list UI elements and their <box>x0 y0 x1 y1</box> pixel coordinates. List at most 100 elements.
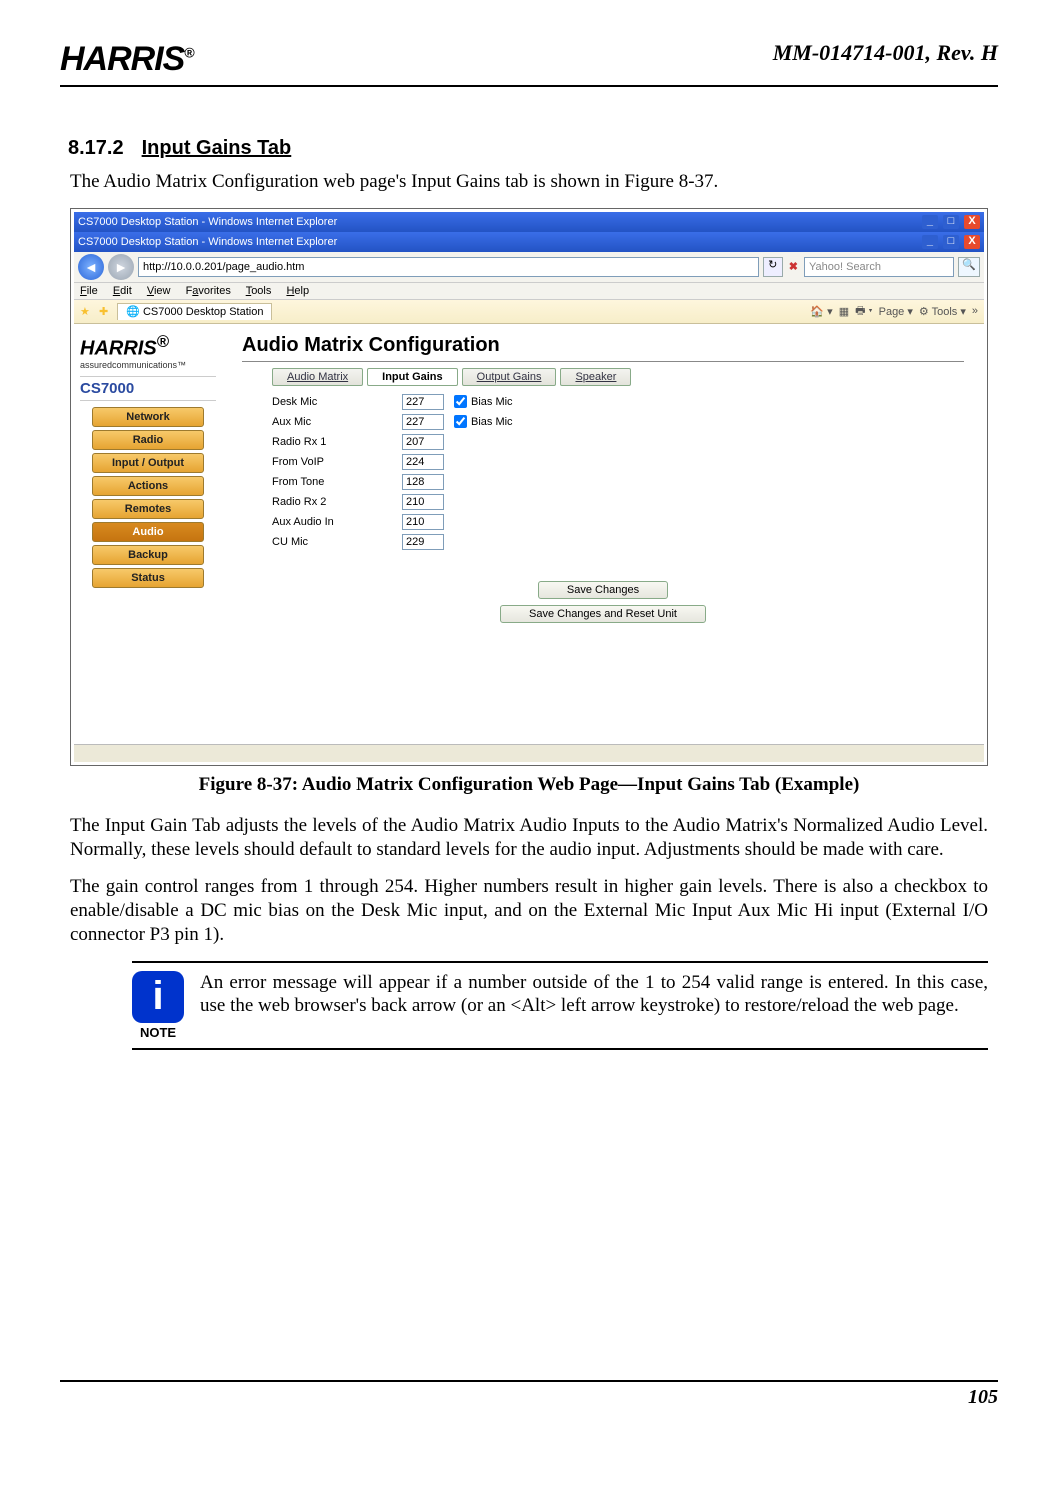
nav-audio[interactable]: Audio <box>92 522 204 542</box>
minimize-button[interactable]: _ <box>922 235 938 249</box>
browser-tab[interactable]: 🌐 CS7000 Desktop Station <box>117 303 272 320</box>
screenshot: CS7000 Desktop Station - Windows Interne… <box>74 212 984 762</box>
nav-status[interactable]: Status <box>92 568 204 588</box>
note-block: i NOTE An error message will appear if a… <box>132 961 988 1050</box>
search-go-button[interactable]: 🔍 <box>958 257 980 277</box>
label-from-tone: From Tone <box>272 476 402 488</box>
page-footer: 105 <box>60 1380 998 1409</box>
input-from-tone[interactable] <box>402 474 444 490</box>
save-changes-button[interactable]: Save Changes <box>538 581 668 599</box>
label-desk-mic: Desk Mic <box>272 396 402 408</box>
label-radio-rx1: Radio Rx 1 <box>272 436 402 448</box>
row-aux-mic: Aux Mic Bias Mic <box>272 414 964 430</box>
tab-row: Audio Matrix Input Gains Output Gains Sp… <box>272 368 964 386</box>
toolbar-right: 🏠 ▾ ▦ 🖶 ▾ Page ▾ ⚙ Tools ▾ » <box>810 302 978 321</box>
brand-text: HARRIS <box>60 40 184 78</box>
tab-output-gains[interactable]: Output Gains <box>462 368 557 386</box>
menu-edit[interactable]: Edit <box>113 285 132 297</box>
sidebar-brand: HARRIS® <box>80 332 216 361</box>
label-from-voip: From VoIP <box>272 456 402 468</box>
outer-window-title: CS7000 Desktop Station - Windows Interne… <box>78 216 337 228</box>
paragraph-2: The gain control ranges from 1 through 2… <box>70 875 988 946</box>
favorites-star-icon[interactable]: ★ <box>80 306 90 318</box>
inner-window-title: CS7000 Desktop Station - Windows Interne… <box>78 236 337 248</box>
page-number: 105 <box>968 1386 998 1408</box>
row-radio-rx2: Radio Rx 2 <box>272 494 964 510</box>
input-aux-audio-in[interactable] <box>402 514 444 530</box>
bias-desk-mic-checkbox[interactable] <box>454 395 467 408</box>
fav-left: ★ ✚ 🌐 CS7000 Desktop Station <box>80 305 272 318</box>
home-icon[interactable]: 🏠 ▾ <box>810 305 832 318</box>
inner-window-titlebar: CS7000 Desktop Station - Windows Interne… <box>74 232 984 252</box>
row-from-voip: From VoIP <box>272 454 964 470</box>
input-from-voip[interactable] <box>402 454 444 470</box>
overflow-icon[interactable]: » <box>972 305 978 317</box>
search-x-icon[interactable]: ✖ <box>789 260 798 273</box>
tab-input-gains[interactable]: Input Gains <box>367 368 458 386</box>
menu-tools[interactable]: Tools <box>246 285 272 297</box>
add-favorite-icon[interactable]: ✚ <box>99 306 108 318</box>
row-radio-rx1: Radio Rx 1 <box>272 434 964 450</box>
nav-backup[interactable]: Backup <box>92 545 204 565</box>
note-icon-wrap: i NOTE <box>132 971 184 1040</box>
close-button[interactable]: X <box>964 235 980 249</box>
note-text: An error message will appear if a number… <box>200 971 988 1019</box>
page-menu[interactable]: Page ▾ <box>879 305 913 318</box>
label-radio-rx2: Radio Rx 2 <box>272 496 402 508</box>
label-aux-mic: Aux Mic <box>272 416 402 428</box>
bias-aux-mic-checkbox[interactable] <box>454 415 467 428</box>
tab-speaker[interactable]: Speaker <box>560 368 631 386</box>
note-label: NOTE <box>132 1025 184 1040</box>
input-cu-mic[interactable] <box>402 534 444 550</box>
input-aux-mic[interactable] <box>402 414 444 430</box>
sidebar-tagline: assuredcommunications™ <box>80 360 216 370</box>
tab-audio-matrix[interactable]: Audio Matrix <box>272 368 363 386</box>
menu-help[interactable]: Help <box>286 285 309 297</box>
section-title: Input Gains Tab <box>142 137 292 159</box>
intro-text: The Audio Matrix Configuration web page'… <box>70 170 988 194</box>
nav-remotes[interactable]: Remotes <box>92 499 204 519</box>
figure-frame: CS7000 Desktop Station - Windows Interne… <box>70 208 988 766</box>
feed-icon[interactable]: ▦ <box>839 305 849 318</box>
sidebar-product: CS7000 <box>80 376 216 401</box>
row-aux-audio-in: Aux Audio In <box>272 514 964 530</box>
globe-icon: 🌐 <box>126 306 140 318</box>
close-button[interactable]: X <box>964 215 980 229</box>
address-bar-row: ◄ ► ↻ ✖ 🔍 <box>74 252 984 283</box>
minimize-button[interactable]: _ <box>922 215 938 229</box>
tools-menu[interactable]: ⚙ Tools ▾ <box>919 305 966 318</box>
back-button[interactable]: ◄ <box>78 254 104 280</box>
paragraph-1: The Input Gain Tab adjusts the levels of… <box>70 814 988 862</box>
print-icon[interactable]: 🖶 ▾ <box>855 302 873 321</box>
brand-logo: HARRIS® <box>60 40 194 79</box>
main-panel: Audio Matrix Configuration Audio Matrix … <box>222 324 984 744</box>
bias-desk-mic-label: Bias Mic <box>471 396 513 408</box>
nav-actions[interactable]: Actions <box>92 476 204 496</box>
menu-view[interactable]: View <box>147 285 171 297</box>
page-title: Audio Matrix Configuration <box>242 334 964 362</box>
inner-window-buttons: _ □ X <box>920 235 980 249</box>
address-input[interactable] <box>138 257 759 277</box>
browser-tab-label: CS7000 Desktop Station <box>143 306 263 318</box>
favorites-row: ★ ✚ 🌐 CS7000 Desktop Station 🏠 ▾ ▦ 🖶 ▾ P… <box>74 300 984 324</box>
status-bar <box>74 744 984 762</box>
nav-network[interactable]: Network <box>92 407 204 427</box>
section-heading: 8.17.2Input Gains Tab <box>68 137 998 160</box>
refresh-button[interactable]: ↻ <box>763 257 783 277</box>
search-input[interactable] <box>804 257 954 277</box>
nav-radio[interactable]: Radio <box>92 430 204 450</box>
input-radio-rx1[interactable] <box>402 434 444 450</box>
menu-favorites[interactable]: Favorites <box>186 285 231 297</box>
row-from-tone: From Tone <box>272 474 964 490</box>
menu-file[interactable]: FFileile <box>80 285 98 297</box>
outer-window-titlebar: CS7000 Desktop Station - Windows Interne… <box>74 212 984 232</box>
maximize-button[interactable]: □ <box>943 215 959 229</box>
input-desk-mic[interactable] <box>402 394 444 410</box>
input-radio-rx2[interactable] <box>402 494 444 510</box>
brand-reg: ® <box>184 45 193 61</box>
row-cu-mic: CU Mic <box>272 534 964 550</box>
nav-input-output[interactable]: Input / Output <box>92 453 204 473</box>
maximize-button[interactable]: □ <box>943 235 959 249</box>
forward-button[interactable]: ► <box>108 254 134 280</box>
save-reset-button[interactable]: Save Changes and Reset Unit <box>500 605 706 623</box>
